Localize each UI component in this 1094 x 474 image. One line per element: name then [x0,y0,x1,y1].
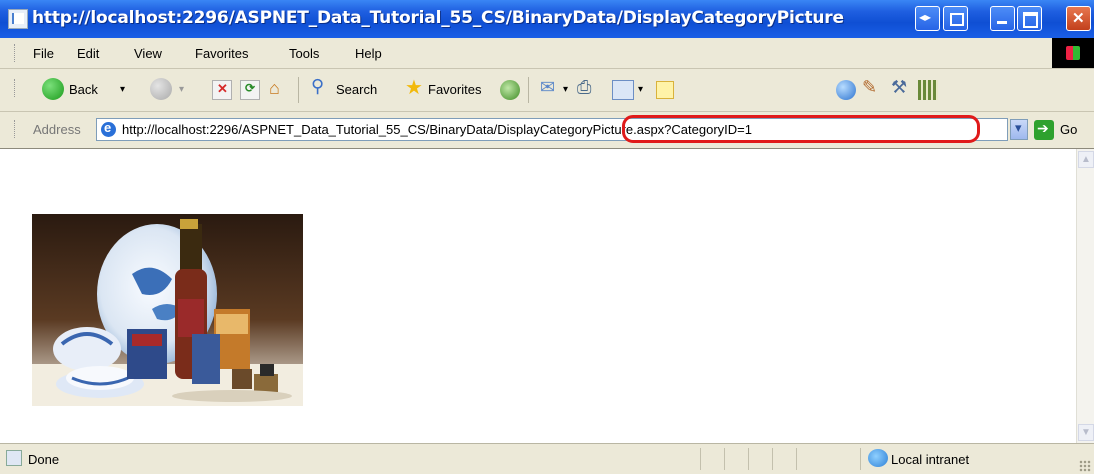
status-separator [724,448,725,470]
close-button[interactable] [1066,6,1091,31]
menu-view[interactable]: View [134,46,162,61]
tools-icon[interactable]: ⚒ [890,77,912,100]
windows-logo-icon [1052,38,1094,68]
forward-dropdown-icon[interactable]: ▾ [179,84,184,95]
refresh-icon[interactable]: ⟳ [240,80,260,100]
title-bar[interactable]: http://localhost:2296/ASPNET_Data_Tutori… [0,0,1094,38]
address-bar: Address http://localhost:2296/ASPNET_Dat… [0,112,1094,149]
page-content [0,149,1076,443]
local-intranet-icon [868,449,888,467]
window-title: http://localhost:2296/ASPNET_Data_Tutori… [32,8,844,28]
favorites-button-label[interactable]: Favorites [428,82,481,97]
status-separator [700,448,701,470]
back-button-label[interactable]: Back [69,82,98,97]
home-icon[interactable]: ⌂ [268,78,290,100]
highlight-circle [622,115,980,143]
toolbar-separator [528,77,529,103]
menu-edit[interactable]: Edit [77,46,99,61]
minimize-button[interactable] [990,6,1015,31]
page-done-icon [6,450,22,466]
menu-tools[interactable]: Tools [289,46,319,61]
edit-icon[interactable] [612,80,634,100]
security-zone-label: Local intranet [891,452,970,467]
status-separator [772,448,773,470]
messenger-icon[interactable] [836,80,856,100]
forward-arrow-icon[interactable] [150,78,172,100]
scroll-down-arrow-icon[interactable]: ▼ [1078,424,1094,441]
search-button-label[interactable]: Search [336,82,377,97]
address-input[interactable]: http://localhost:2296/ASPNET_Data_Tutori… [96,115,1008,143]
back-arrow-icon[interactable] [42,78,64,100]
address-dropdown-button[interactable] [1010,119,1028,140]
maximize-button[interactable] [1017,6,1042,31]
favorites-star-icon[interactable]: ★ [404,77,426,100]
toolbar-grip[interactable] [14,79,18,97]
status-text: Done [28,452,60,467]
back-dropdown-icon[interactable]: ▾ [120,84,125,95]
menu-file[interactable]: File [33,46,54,61]
toolbar-grip[interactable] [14,120,18,138]
research-icon[interactable]: ✎ [862,77,884,100]
go-arrow-icon[interactable] [1034,120,1054,140]
address-url-prefix: http://localhost:2296/ASPNET_Data_Tutori… [122,122,498,137]
restore-button[interactable] [943,6,968,31]
status-separator [748,448,749,470]
close-icon [1067,7,1090,30]
menu-bar: File Edit View Favorites Tools Help [0,38,1094,69]
left-right-arrows-icon [916,7,939,30]
mail-dropdown-icon[interactable]: ▾ [563,84,568,95]
mail-icon[interactable]: ✉ [540,77,562,100]
minimize-icon [991,7,1014,30]
resize-grip[interactable] [1079,460,1091,472]
browser-window: http://localhost:2296/ASPNET_Data_Tutori… [0,0,1094,474]
status-separator [860,448,861,470]
discuss-icon[interactable] [656,81,674,99]
maximize-icon [1018,7,1041,30]
media-icon[interactable] [500,80,520,100]
category-picture [32,214,303,406]
menu-favorites[interactable]: Favorites [195,46,248,61]
stop-icon[interactable]: ✕ [212,80,232,100]
status-separator [796,448,797,470]
scroll-up-arrow-icon[interactable]: ▲ [1078,151,1094,168]
extension-icon[interactable] [918,80,938,100]
print-icon[interactable]: ⎙ [576,77,598,100]
ie-page-icon [8,9,28,29]
search-icon[interactable]: ⚲ [310,76,332,100]
edit-dropdown-icon[interactable]: ▾ [638,84,643,95]
status-bar: Done Local intranet [0,443,1094,474]
ie-page-icon [101,120,116,137]
restore-icon [944,7,967,30]
toolbar-separator [298,77,299,103]
menu-help[interactable]: Help [355,46,382,61]
standard-toolbar: Back ▾ ▾ ✕ ⟳ ⌂ ⚲ Search ★ Favorites ✉ ▾ … [0,69,1094,112]
address-label: Address [33,122,81,137]
nav-arrows-button[interactable] [915,6,940,31]
vertical-scrollbar[interactable]: ▲ ▼ [1076,149,1094,443]
go-button-label[interactable]: Go [1060,122,1077,137]
toolbar-grip[interactable] [14,44,18,62]
